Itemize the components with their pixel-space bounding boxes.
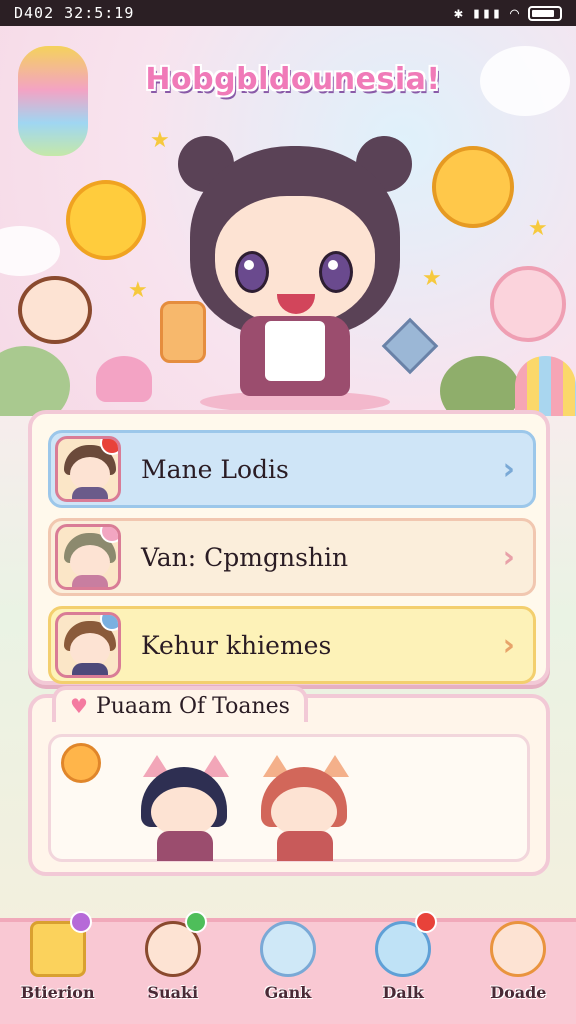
avatar-boy-icon [55, 436, 121, 502]
bluetooth-icon: ✱ [453, 4, 464, 22]
chevron-right-icon: › [502, 539, 515, 575]
signal-icon: ▮▮▮ [471, 4, 502, 22]
nav-label: Doade [490, 983, 547, 1002]
nav-label: Suaki [147, 983, 199, 1002]
menu-item-label: Van: Cpmgnshin [141, 542, 349, 572]
wifi-icon: ◠ [509, 4, 520, 22]
chevron-right-icon: › [502, 627, 515, 663]
team-panel: ♥ Puaam Of Toanes [28, 686, 550, 876]
nav-label: Btierion [20, 983, 95, 1002]
speech-bubble-icon [432, 146, 514, 228]
heart-icon: ♥ [70, 694, 88, 718]
nav-label: Dalk [382, 983, 424, 1002]
bottom-nav: Btierion Suaki Gank Dalk Doade [0, 911, 576, 1024]
chibi-girl-mascot [170, 136, 420, 416]
smiley-emoji-icon [61, 743, 101, 783]
notification-badge [415, 911, 438, 933]
avatar-cat-icon [55, 612, 121, 678]
nav-item-suaki[interactable]: Suaki [125, 911, 221, 1002]
menu-item-kehur-khiemes[interactable]: Kehur khiemes › [48, 606, 536, 684]
balloon-icon [515, 356, 576, 416]
avatar-kid-icon [55, 524, 121, 590]
nav-item-gank[interactable]: Gank [240, 921, 336, 1002]
battery-icon [528, 5, 562, 21]
star-icon: ★ [422, 266, 442, 291]
nav-item-btierion[interactable]: Btierion [10, 911, 106, 1002]
notification-badge [69, 911, 92, 933]
rainbow-mascot-icon [18, 46, 88, 156]
hero-illustration: Hobgbldounesia! ★ ★ ★ ★ [0, 26, 576, 416]
status-bar: D402 32:5:19 ✱ ▮▮▮ ◠ [0, 0, 576, 26]
tree-icon [0, 346, 70, 416]
star-icon: ★ [528, 216, 548, 241]
tree-icon [440, 356, 520, 416]
star-icon: ★ [128, 278, 148, 303]
ghost-balloon-icon [490, 266, 566, 342]
status-icons: ✱ ▮▮▮ ◠ [454, 4, 562, 22]
avatar-girl-icon [490, 921, 547, 977]
menu-item-mane-lodis[interactable]: Mane Lodis › [48, 430, 536, 508]
team-members-box [48, 734, 530, 862]
app-title: Hobgbldounesia! [145, 62, 441, 97]
chevron-right-icon: › [502, 451, 515, 487]
menu-panel: Mane Lodis › Van: Cpmgnshin › Kehur khie… [28, 410, 550, 685]
cloud-icon [0, 226, 60, 276]
team-title: Puaam Of Toanes [95, 693, 290, 719]
notification-badge [184, 911, 207, 933]
nav-label: Gank [264, 983, 312, 1002]
team-member-cat-girl[interactable] [251, 751, 361, 861]
menu-item-label: Kehur khiemes [141, 630, 332, 660]
status-time: D402 32:5:19 [14, 4, 135, 22]
nav-item-doade[interactable]: Doade [470, 921, 566, 1002]
menu-item-label: Mane Lodis [141, 454, 289, 484]
star-icon: ★ [150, 128, 170, 153]
team-member-cat-boy[interactable] [131, 751, 241, 861]
heart-balloon-icon [96, 356, 152, 402]
ghost-icon [259, 921, 316, 977]
nav-item-dalk[interactable]: Dalk [355, 911, 451, 1002]
sun-icon [66, 180, 146, 260]
menu-item-van-cpmgnshin[interactable]: Van: Cpmgnshin › [48, 518, 536, 596]
kid-face-icon [18, 276, 92, 344]
team-tab[interactable]: ♥ Puaam Of Toanes [52, 686, 308, 722]
cloud-icon [480, 46, 570, 116]
